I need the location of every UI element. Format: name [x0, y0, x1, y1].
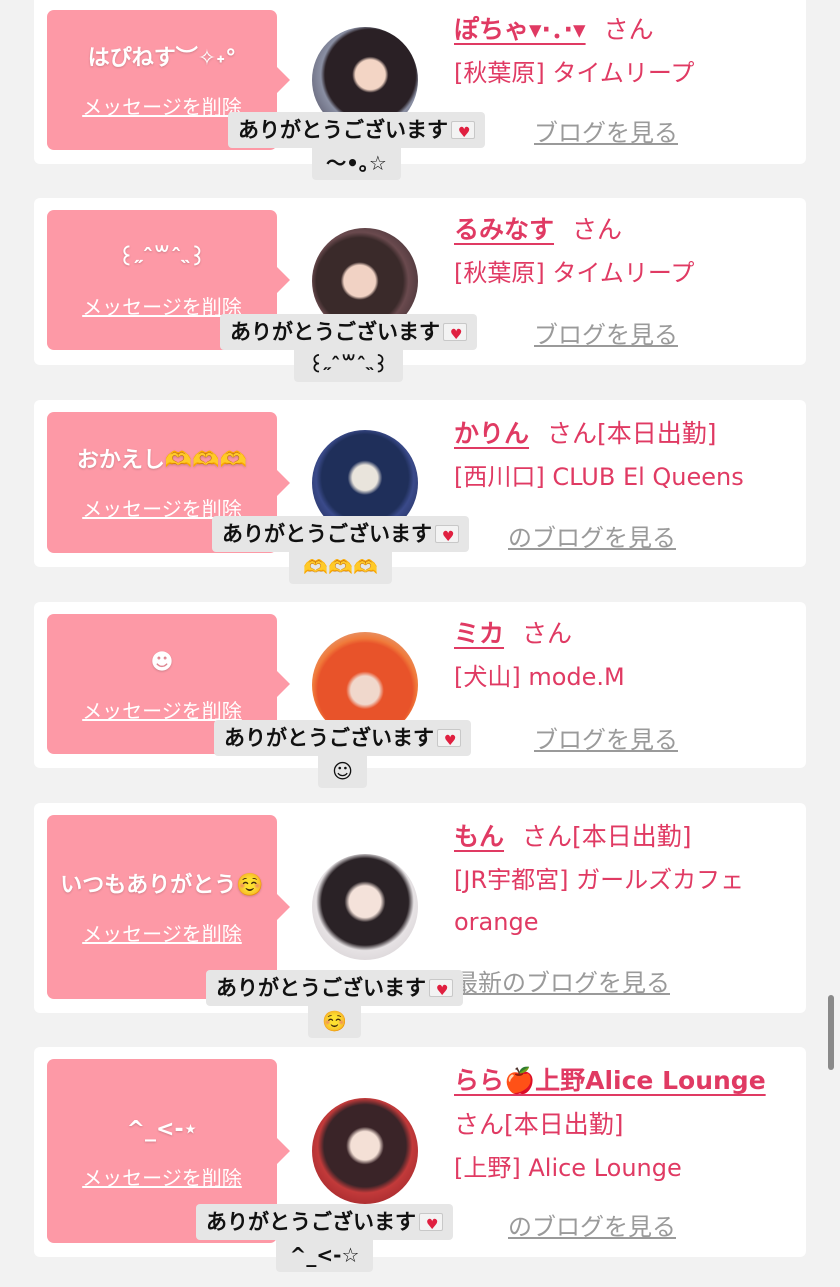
avatar[interactable] — [312, 1098, 418, 1204]
blog-link[interactable]: のブログを見る — [508, 518, 676, 553]
overlay-reply: ☺ — [318, 756, 367, 788]
girl-info: ミカ さん [犬山] mode.M — [454, 612, 799, 698]
thanks-overlay: ありがとうございます ꒰˶ˆ꒳ˆ˵꒱ — [220, 314, 477, 382]
honorific: さん — [603, 15, 654, 44]
status-badge: [本日出勤] — [504, 1110, 624, 1139]
girl-name-link[interactable]: もん — [454, 822, 504, 851]
thanks-overlay: ありがとうございます 🫶🫶🫶 — [212, 516, 469, 584]
overlay-text: ありがとうございます — [216, 976, 426, 1000]
honorific: さん — [522, 822, 573, 851]
mail-heart-icon — [435, 523, 459, 551]
status-badge: [本日出勤] — [597, 419, 717, 448]
shop-name: [犬山] mode.M — [454, 663, 625, 691]
honorific: さん — [454, 1110, 505, 1139]
overlay-text: ありがとうございます — [206, 1210, 416, 1234]
status-badge: [本日出勤] — [572, 822, 692, 851]
overlay-reply: ☺️ — [308, 1006, 361, 1038]
girl-info: もん さん[本日出勤] [JR宇都宮] ガールズカフェ orange — [454, 815, 799, 943]
message-text: おかえし🫶🫶🫶 — [76, 448, 248, 473]
mail-heart-icon — [437, 727, 461, 755]
mail-heart-icon — [419, 1211, 443, 1239]
overlay-reply: 🫶🫶🫶 — [289, 552, 392, 584]
thanks-overlay: ありがとうございます ☺ — [214, 720, 471, 788]
overlay-text: ありがとうございます — [238, 118, 448, 142]
shop-name: [上野] Alice Lounge — [454, 1154, 682, 1182]
message-text: ☻ — [150, 649, 174, 675]
message-text: ^_<-⋆ — [126, 1116, 198, 1142]
honorific: さん — [572, 215, 623, 244]
blog-link[interactable]: ブログを見る — [534, 113, 678, 148]
girl-name-link[interactable]: るみなす — [454, 215, 554, 244]
girl-info: らら🍎上野Alice Lounge さん[本日出勤] [上野] Alice Lou… — [454, 1059, 799, 1189]
overlay-reply: 〜•｡☆ — [312, 148, 401, 180]
mail-heart-icon — [429, 977, 453, 1005]
scrollbar[interactable] — [828, 995, 834, 1070]
honorific: さん — [547, 419, 598, 448]
mail-heart-icon — [443, 321, 467, 349]
delete-message-link[interactable]: メッセージを削除 — [82, 91, 242, 120]
thanks-overlay: ありがとうございます 〜•｡☆ — [228, 112, 485, 180]
message-text: ꒰˶ˆ꒳ˆ˵꒱ — [117, 245, 207, 271]
blog-link[interactable]: ブログを見る — [534, 315, 678, 350]
shop-name: [JR宇都宮] ガールズカフェ orange — [454, 866, 745, 936]
honorific: さん — [522, 619, 573, 648]
shop-name: [秋葉原] タイムリープ — [454, 59, 695, 87]
overlay-text: ありがとうございます — [230, 320, 440, 344]
shop-name: [秋葉原] タイムリープ — [454, 259, 695, 287]
thanks-overlay: ありがとうございます ☺️ — [206, 970, 463, 1038]
overlay-reply: ꒰˶ˆ꒳ˆ˵꒱ — [294, 350, 403, 382]
avatar[interactable] — [312, 854, 418, 960]
girl-name-link[interactable]: ミカ — [454, 619, 504, 648]
message-text: いつもありがとう☺️ — [60, 872, 264, 898]
thanks-overlay: ありがとうございます ^_<-☆ — [196, 1204, 453, 1272]
girl-name-link[interactable]: ぽちゃ▾·．·▾ — [454, 15, 586, 44]
overlay-text: ありがとうございます — [224, 726, 434, 750]
delete-message-link[interactable]: メッセージを削除 — [82, 1162, 242, 1191]
blog-link[interactable]: 最新のブログを見る — [454, 963, 670, 998]
delete-message-link[interactable]: メッセージを削除 — [82, 291, 242, 320]
girl-info: ぽちゃ▾·．·▾ さん [秋葉原] タイムリープ — [454, 8, 799, 94]
message-text: はぴねす︶✧˖° — [87, 45, 237, 71]
girl-info: かりん さん[本日出勤] [西川口] CLUB El Queens — [454, 412, 799, 498]
girl-name-link[interactable]: かりん — [454, 419, 529, 448]
blog-link[interactable]: のブログを見る — [508, 1207, 676, 1242]
delete-message-link[interactable]: メッセージを削除 — [82, 918, 242, 947]
shop-name: [西川口] CLUB El Queens — [454, 463, 744, 491]
mail-heart-icon — [451, 119, 475, 147]
overlay-reply: ^_<-☆ — [275, 1240, 374, 1272]
girl-name-link[interactable]: らら🍎上野Alice Lounge — [454, 1066, 766, 1095]
blog-link[interactable]: ブログを見る — [534, 720, 678, 755]
girl-info: るみなす さん [秋葉原] タイムリープ — [454, 208, 799, 294]
overlay-text: ありがとうございます — [222, 522, 432, 546]
